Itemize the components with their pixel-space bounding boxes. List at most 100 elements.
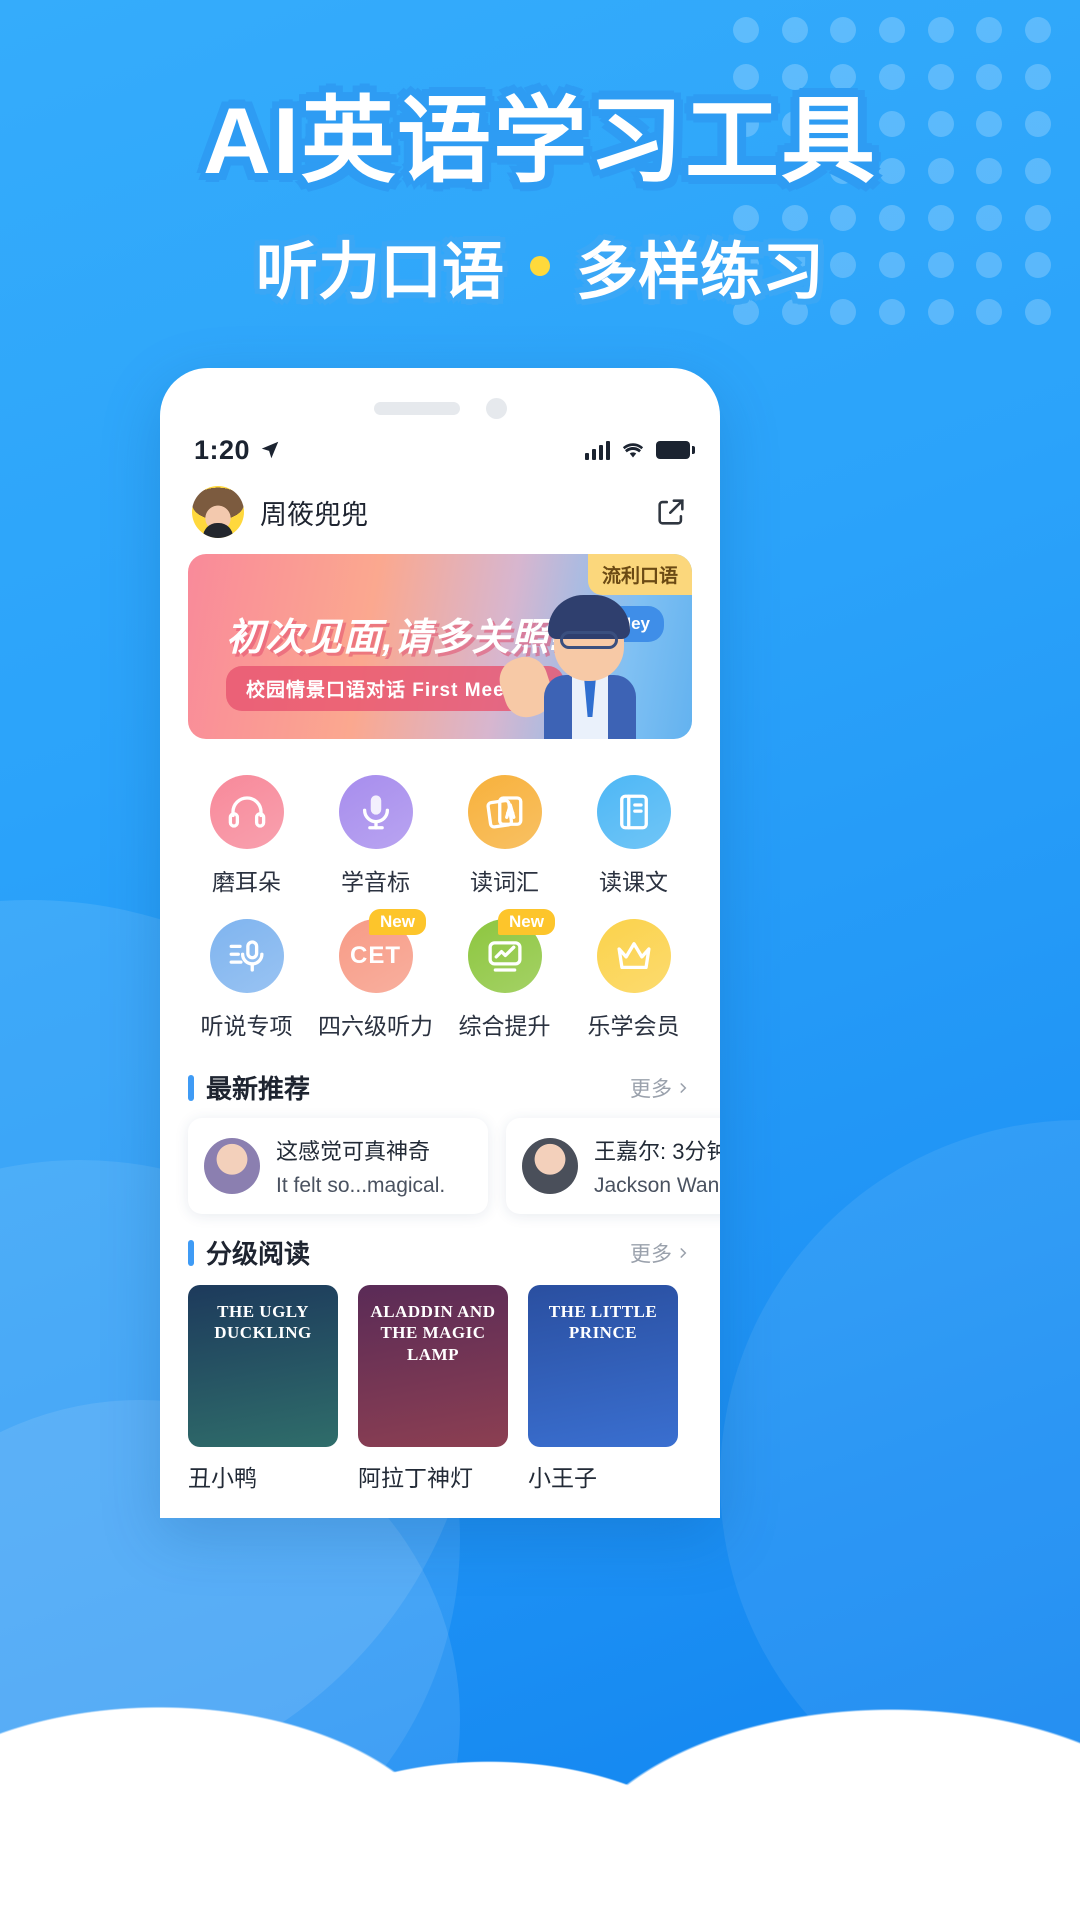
cet-icon: CET (350, 942, 401, 969)
section-title: 最新推荐 (206, 1074, 311, 1104)
book-cover: THE UGLY DUCKLING (188, 1285, 338, 1447)
separator-dot-icon (530, 255, 550, 276)
promo-headline: AI英语学习工具 听力口语 多样练习 (0, 88, 1080, 311)
feature-icon-circle (209, 775, 284, 849)
pattern-dot (927, 16, 954, 43)
microphone-icon (362, 795, 389, 830)
pattern-dot (1024, 63, 1051, 90)
recommend-thumbnail (204, 1138, 260, 1194)
wifi-icon (622, 443, 644, 458)
app-header: 周筱兜兜 (160, 468, 720, 548)
more-link-reading[interactable]: 更多 (630, 1238, 690, 1268)
promo-subtitle: 听力口语 多样练习 (256, 221, 824, 311)
feature-icon-circle (467, 775, 542, 849)
promo-subtitle-left: 听力口语 (255, 237, 504, 307)
pattern-dot (830, 16, 857, 43)
promo-poster: AI英语学习工具 听力口语 多样练习 1:20 周筱兜兜 流利口语 初次见面,请… (0, 0, 1080, 1920)
feature-icon-circle (596, 919, 671, 993)
recommend-line2: It felt so...magical. (276, 1174, 446, 1197)
feature-item-4[interactable]: 读课文 (569, 765, 698, 903)
section-title-wrap: 听力FM (188, 1513, 296, 1518)
recommend-line1: 这感觉可真神奇 (276, 1139, 431, 1164)
book-name: 丑小鸭 (188, 1465, 257, 1491)
pattern-dot (878, 16, 905, 43)
feature-label: 磨耳朵 (212, 869, 281, 895)
feature-item-3[interactable]: 读词汇 (440, 765, 569, 903)
cards-a-icon (485, 796, 522, 829)
more-label: 更多 (630, 1077, 672, 1101)
book-item[interactable]: THE UGLY DUCKLING 丑小鸭 (188, 1285, 338, 1493)
promo-subtitle-right: 多样练习 (576, 237, 825, 307)
section-accent-bar (188, 1239, 194, 1266)
recommend-line2: Jackson Wan (594, 1174, 720, 1197)
feature-item-7[interactable]: New 综合提升 (440, 909, 569, 1047)
new-badge: New (498, 909, 555, 935)
recommend-card[interactable]: 这感觉可真神奇 It felt so...magical. (188, 1118, 488, 1214)
pattern-dot (976, 63, 1003, 90)
headphones-icon (228, 796, 265, 828)
user-profile[interactable]: 周筱兜兜 (192, 486, 368, 538)
status-bar-left: 1:20 (194, 435, 281, 466)
new-badge: New (369, 909, 426, 935)
cloud-decoration (0, 1610, 1080, 1920)
promo-title: AI英语学习工具 (202, 88, 877, 193)
speaking-mic-icon (229, 940, 264, 972)
status-time: 1:20 (194, 434, 251, 465)
book-name: 小王子 (528, 1465, 597, 1491)
book-item[interactable]: THE LITTLE PRINCE 小王子 (528, 1285, 678, 1493)
section-header-recommend: 最新推荐 更多 (160, 1049, 720, 1116)
feature-label: 综合提升 (458, 1013, 551, 1039)
feature-icon-circle (596, 775, 671, 849)
feature-label: 读课文 (599, 869, 668, 895)
feature-item-6[interactable]: New CET 四六级听力 (311, 909, 440, 1047)
more-link-fm[interactable]: 更多 (630, 1517, 690, 1519)
more-label: 更多 (630, 1517, 672, 1519)
book-list: THE UGLY DUCKLING 丑小鸭 ALADDIN AND THE MA… (160, 1281, 720, 1493)
section-title: 分级阅读 (206, 1239, 311, 1269)
chevron-right-icon (680, 1247, 687, 1258)
book-cover-title: THE LITTLE PRINCE (548, 1302, 658, 1343)
phone-mockup: 1:20 周筱兜兜 流利口语 初次见面,请多关照! 校园情景口语对话 First… (160, 368, 720, 1518)
feature-item-2[interactable]: 学音标 (311, 765, 440, 903)
username: 周筱兜兜 (260, 499, 368, 530)
section-title-wrap: 分级阅读 (188, 1234, 310, 1271)
feature-label: 读词汇 (470, 869, 539, 895)
book-cover: ALADDIN AND THE MAGIC LAMP (358, 1285, 508, 1447)
book-icon (619, 794, 648, 830)
status-bar: 1:20 (160, 426, 720, 468)
pattern-dot (976, 16, 1003, 43)
feature-grid: 磨耳朵 学音标 读词汇 读课文 听说专项 New CET 四六级听力 New 综合提升 乐学会员 (160, 739, 720, 1049)
speaker-grill-icon (373, 401, 460, 415)
feature-item-8[interactable]: 乐学会员 (569, 909, 698, 1047)
phone-notch (160, 368, 720, 426)
avatar[interactable] (192, 486, 244, 538)
feature-label: 乐学会员 (587, 1013, 680, 1039)
banner-title: 初次见面,请多关照! (226, 617, 564, 659)
recommend-card[interactable]: 王嘉尔: 3分钟 Jackson Wan (506, 1118, 720, 1214)
pattern-dot (733, 16, 760, 43)
section-title-wrap: 最新推荐 (188, 1069, 310, 1106)
feature-item-5[interactable]: 听说专项 (182, 909, 311, 1047)
recommend-text: 王嘉尔: 3分钟 Jackson Wan (594, 1134, 720, 1198)
pattern-dot (878, 63, 905, 90)
more-link-recommend[interactable]: 更多 (630, 1073, 690, 1103)
battery-icon (656, 441, 695, 459)
camera-icon (485, 397, 507, 419)
book-item[interactable]: ALADDIN AND THE MAGIC LAMP 阿拉丁神灯 (358, 1285, 508, 1493)
promo-banner[interactable]: 流利口语 初次见面,请多关照! 校园情景口语对话 First Meeting H… (188, 554, 692, 739)
feature-item-1[interactable]: 磨耳朵 (182, 765, 311, 903)
section-title: 听力FM (206, 1513, 296, 1518)
feature-icon-circle (209, 919, 284, 993)
pattern-dot (927, 63, 954, 90)
recommend-thumbnail (522, 1138, 578, 1194)
signal-icon (585, 440, 610, 460)
share-icon[interactable] (654, 495, 688, 529)
section-accent-bar (188, 1074, 194, 1101)
recommend-text: 这感觉可真神奇 It felt so...magical. (276, 1134, 445, 1198)
feature-icon-circle (338, 775, 413, 849)
feature-label: 学音标 (341, 869, 410, 895)
crown-icon (616, 942, 651, 970)
recommend-list: 这感觉可真神奇 It felt so...magical. 王嘉尔: 3分钟 J… (160, 1116, 720, 1214)
book-cover-title: THE UGLY DUCKLING (214, 1302, 312, 1343)
more-label: 更多 (630, 1242, 672, 1266)
